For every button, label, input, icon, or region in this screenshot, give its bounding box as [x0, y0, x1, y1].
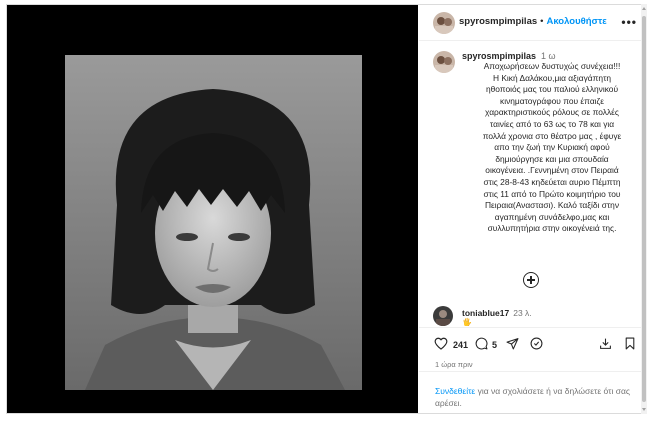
avatar-image: [433, 12, 455, 34]
caption-username-line: spyrosmpimpilas 1 ω: [462, 51, 556, 61]
scroll-down-arrow-icon[interactable]: [642, 408, 646, 411]
download-icon[interactable]: [599, 337, 612, 350]
load-more-comments-icon[interactable]: [523, 272, 539, 288]
comment-username[interactable]: toniablue17: [462, 308, 509, 318]
avatar[interactable]: [433, 12, 455, 34]
comment-avatar-image: [433, 306, 453, 326]
scrollbar[interactable]: [641, 4, 647, 414]
post-media: [7, 5, 418, 413]
scrollbar-thumb[interactable]: [642, 16, 646, 402]
header-username-line: spyrosmpimpilas • Ακολουθήστε: [459, 16, 607, 27]
action-bar: 241 5: [419, 327, 645, 357]
comment-avatar[interactable]: [433, 306, 453, 326]
comment-text: 🖐: [462, 318, 472, 326]
comment-item: toniablue17 23 λ. 🖐: [419, 304, 645, 326]
post-photo[interactable]: [65, 55, 362, 390]
post-dialog: spyrosmpimpilas • Ακολουθήστε ••• spyrosmp…: [6, 4, 646, 414]
post-header: spyrosmpimpilas • Ακολουθήστε •••: [419, 5, 645, 41]
send-icon[interactable]: [506, 337, 519, 350]
comment-username-line: toniablue17 23 λ.: [462, 308, 532, 318]
like-count[interactable]: 241: [453, 340, 468, 350]
caption-text: Αποχωρήσεων δυστυχώς συνέχεια!!! Η Κική …: [482, 61, 622, 234]
comment-time[interactable]: 23 λ.: [513, 308, 531, 318]
heart-icon[interactable]: [434, 337, 448, 350]
remix-icon[interactable]: [530, 337, 543, 350]
login-prompt-text: Συνδεθείτε για να σχολιάσετε ή να δηλώσε…: [435, 385, 640, 409]
more-options-icon[interactable]: •••: [621, 15, 637, 29]
caption-avatar[interactable]: [433, 51, 455, 73]
caption-avatar-image: [433, 51, 455, 73]
scroll-up-arrow-icon[interactable]: [642, 7, 646, 10]
login-prompt: Συνδεθείτε για να σχολιάσετε ή να δηλώσε…: [419, 371, 645, 413]
caption-time[interactable]: 1 ω: [541, 51, 556, 61]
login-link[interactable]: Συνδεθείτε: [435, 386, 475, 396]
header-username[interactable]: spyrosmpimpilas: [459, 16, 537, 27]
header-separator: •: [540, 16, 544, 27]
caption-username[interactable]: spyrosmpimpilas: [462, 51, 536, 61]
portrait-image: [65, 55, 362, 390]
post-side-panel: spyrosmpimpilas • Ακολουθήστε ••• spyrosmp…: [419, 5, 645, 413]
follow-button[interactable]: Ακολουθήστε: [546, 16, 606, 27]
comment-count[interactable]: 5: [492, 340, 497, 350]
bookmark-icon[interactable]: [624, 337, 636, 350]
comment-icon[interactable]: [475, 337, 488, 350]
post-timestamp[interactable]: 1 ώρα πριν: [435, 360, 473, 369]
